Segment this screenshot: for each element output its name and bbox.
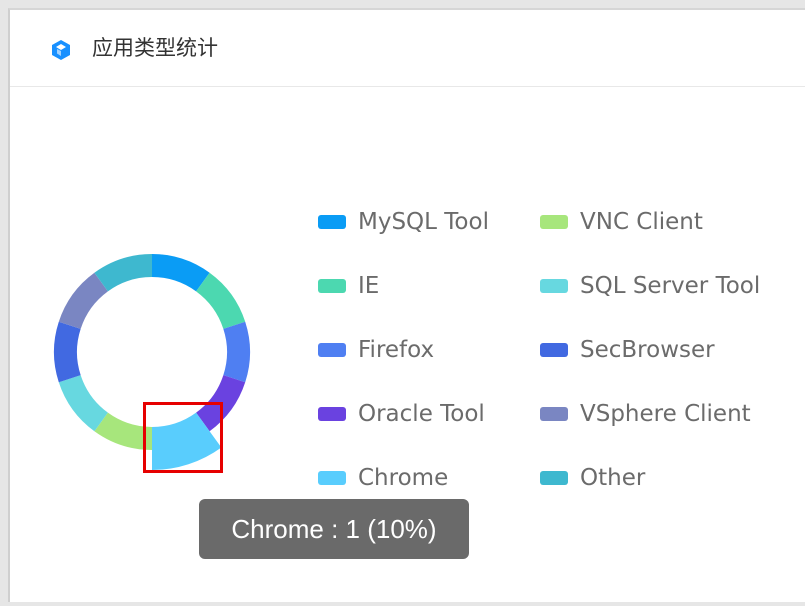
legend-label: IE — [358, 273, 380, 299]
legend-item-sql-server-tool[interactable]: SQL Server Tool — [540, 270, 760, 302]
legend-item-secbrowser[interactable]: SecBrowser — [540, 334, 715, 366]
chart-legend: MySQL Tool IE Firefox Oracle Tool Chrome VNC … — [318, 204, 788, 504]
legend-label: VNC Client — [580, 209, 703, 235]
legend-item-vnc-client[interactable]: VNC Client — [540, 206, 703, 238]
slice-secbrowser[interactable] — [54, 321, 81, 383]
legend-label: SQL Server Tool — [580, 273, 761, 299]
legend-swatch — [540, 407, 568, 421]
legend-item-mysql-tool[interactable]: MySQL Tool — [318, 206, 489, 238]
legend-swatch — [540, 471, 568, 485]
legend-swatch — [540, 215, 568, 229]
legend-item-ie[interactable]: IE — [318, 270, 379, 302]
legend-label: Firefox — [358, 337, 435, 363]
legend-item-other[interactable]: Other — [540, 462, 645, 494]
legend-item-firefox[interactable]: Firefox — [318, 334, 434, 366]
legend-swatch — [318, 215, 346, 229]
legend-label: VSphere Client — [580, 401, 751, 427]
legend-label: Chrome — [358, 465, 449, 491]
legend-label: Oracle Tool — [358, 401, 485, 427]
slice-firefox[interactable] — [223, 321, 250, 383]
legend-label: MySQL Tool — [358, 209, 489, 235]
legend-swatch — [540, 279, 568, 293]
legend-item-oracle-tool[interactable]: Oracle Tool — [318, 398, 485, 430]
panel-header: 应用类型统计 — [10, 10, 805, 87]
legend-item-chrome[interactable]: Chrome — [318, 462, 448, 494]
cube-icon — [50, 39, 72, 61]
highlight-box — [143, 402, 223, 473]
legend-label: Other — [580, 465, 646, 491]
legend-item-vsphere-client[interactable]: VSphere Client — [540, 398, 751, 430]
chart-tooltip: Chrome : 1 (10%) — [199, 499, 469, 559]
legend-swatch — [318, 343, 346, 357]
legend-label: SecBrowser — [580, 337, 715, 363]
legend-swatch — [540, 343, 568, 357]
legend-swatch — [318, 407, 346, 421]
legend-swatch — [318, 279, 346, 293]
legend-swatch — [318, 471, 346, 485]
panel-title: 应用类型统计 — [92, 36, 218, 60]
